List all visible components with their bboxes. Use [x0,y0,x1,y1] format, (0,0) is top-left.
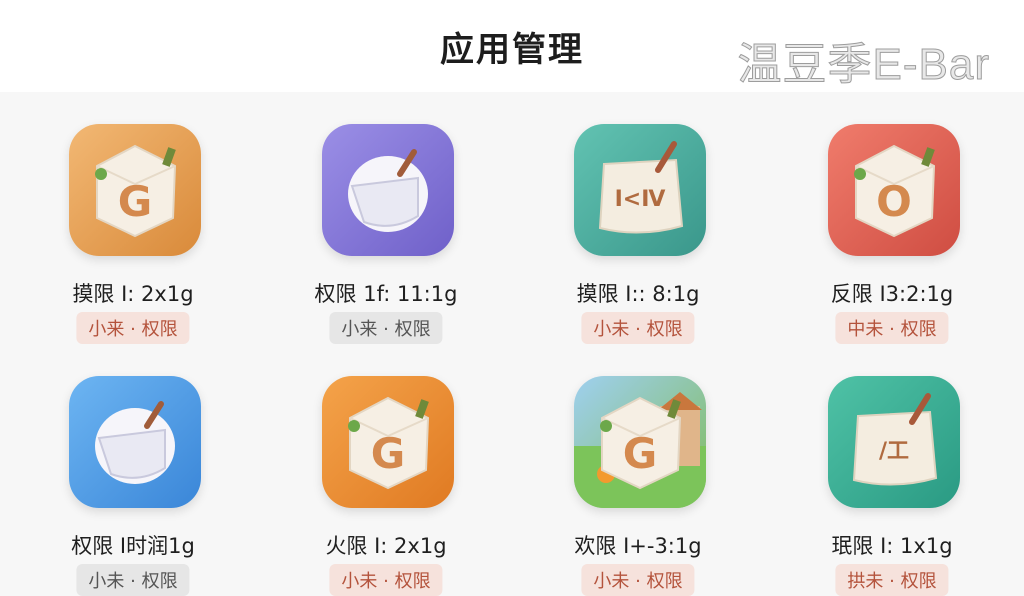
permission-tag[interactable]: 小未 · 权限 [581,564,695,596]
app-permission-label: 摸限 I:: 8:1g [576,282,700,306]
cheese-wheel-icon[interactable] [322,124,454,256]
svg-text:G: G [371,429,405,478]
cheese-wheel-icon[interactable] [69,376,201,508]
g-cube-icon[interactable]: G [322,376,454,508]
o-cube-icon[interactable]: O [828,124,960,256]
app-permission-label: 权限 1f: 11:1g [314,282,458,306]
permission-tag[interactable]: 小来 · 权限 [329,312,443,344]
svg-text:I<Ⅳ: I<Ⅳ [615,187,667,212]
svg-text:G: G [118,177,152,226]
g-cube-icon[interactable]: G [69,124,201,256]
paper-bag-icon[interactable]: /工 [828,376,960,508]
svg-text:O: O [876,177,912,226]
app-permission-label: 欢限 I+-3:1g [574,534,702,558]
permission-tag[interactable]: 中未 · 权限 [835,312,949,344]
paper-bag-icon[interactable]: I<Ⅳ [574,124,706,256]
permission-tag[interactable]: 拱未 · 权限 [835,564,949,596]
app-permission-label: 权限 I时润1g [71,534,195,558]
watermark: 温豆季E-Bar [737,40,990,90]
svg-text:G: G [623,429,657,478]
app-header: 应用管理 温豆季E-Bar [0,0,1024,92]
app-permission-label: 反限 I3:2:1g [830,282,954,306]
permission-tag[interactable]: 小来 · 权限 [76,312,190,344]
permission-tag[interactable]: 小未 · 权限 [76,564,190,596]
app-permission-label: 珉限 I: 1x1g [831,534,953,558]
app-permission-label: 摸限 I: 2x1g [72,282,194,306]
permission-tag[interactable]: 小未 · 权限 [329,564,443,596]
app-permission-label: 火限 I: 2x1g [325,534,447,558]
app-grid: G 摸限 I: 2x1g 小来 · 权限 权限 1f: 11:1g 小来 · 权限 I… [0,92,1024,596]
permission-tag[interactable]: 小未 · 权限 [581,312,695,344]
svg-text:/工: /工 [879,439,909,464]
landscape-cube-icon[interactable]: G [574,376,706,508]
